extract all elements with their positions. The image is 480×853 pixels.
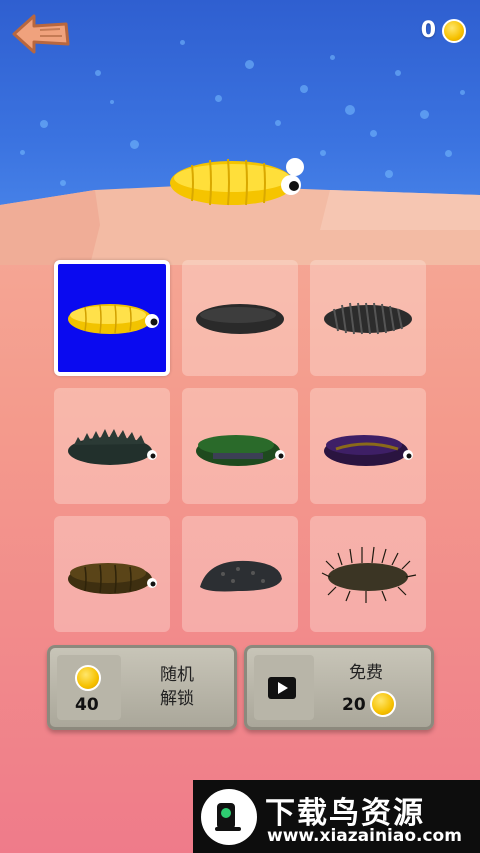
skin-slot-dark-spotted[interactable]	[182, 516, 298, 632]
video-play-icon	[268, 677, 296, 699]
coin-icon	[442, 18, 466, 43]
yellow-worm-icon	[68, 304, 159, 334]
random-unlock-label-line2: 解锁	[160, 689, 194, 709]
watermark-logo-icon	[201, 789, 257, 845]
free-coins-label: 免费	[349, 663, 383, 683]
random-unlock-price: 40	[75, 695, 99, 715]
skin-slot-green[interactable]	[182, 388, 298, 504]
green-worm-icon	[196, 435, 285, 466]
free-coins-amount: 20	[342, 695, 366, 715]
random-unlock-label-line1: 随机	[160, 665, 194, 685]
purple-worm-icon	[324, 435, 413, 466]
dark-spiky-worm-icon	[68, 429, 157, 465]
coin-icon	[75, 665, 101, 691]
random-unlock-button[interactable]: 40 随机 解锁	[47, 645, 237, 730]
player-worm	[170, 158, 304, 206]
back-arrow-icon	[12, 14, 70, 54]
dark-smooth-worm-icon	[196, 304, 284, 334]
dark-segmented-worm-icon	[324, 302, 412, 335]
free-coins-button[interactable]: 免费 20	[244, 645, 434, 730]
brown-worm-icon	[68, 563, 157, 594]
skin-slot-hairy[interactable]	[310, 516, 426, 632]
coin-icon	[370, 691, 396, 717]
skin-grid	[54, 260, 426, 632]
skin-slot-dark-spiky[interactable]	[54, 388, 170, 504]
skin-slot-purple[interactable]	[310, 388, 426, 504]
back-button[interactable]	[10, 12, 72, 56]
watermark-banner: 下载鸟资源 www.xiazainiao.com	[193, 780, 480, 853]
skin-slot-dark-segmented[interactable]	[310, 260, 426, 376]
hairy-worm-icon	[321, 546, 417, 603]
watermark-url: www.xiazainiao.com	[267, 826, 462, 846]
coin-count: 0	[420, 18, 436, 43]
coin-counter: 0	[421, 18, 466, 43]
skin-slot-dark-smooth[interactable]	[182, 260, 298, 376]
skin-slot-yellow[interactable]	[54, 260, 170, 376]
skin-slot-brown[interactable]	[54, 516, 170, 632]
dark-spotted-worm-icon	[200, 560, 282, 592]
